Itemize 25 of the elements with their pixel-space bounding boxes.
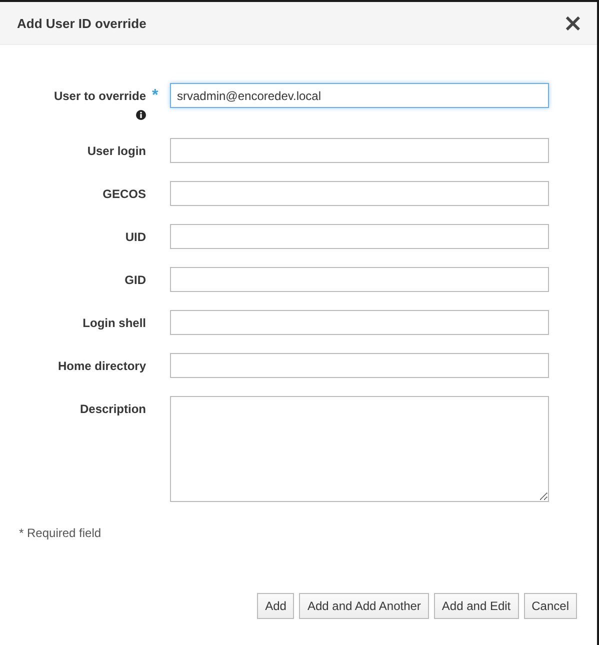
required-asterisk: * — [152, 86, 160, 104]
field-label: Login shell — [82, 316, 146, 330]
input-field[interactable] — [170, 181, 549, 206]
dialog-button[interactable]: Cancel — [524, 593, 577, 619]
input-field[interactable] — [170, 267, 549, 292]
close-button[interactable]: × — [562, 11, 583, 35]
field-label: Description — [80, 402, 146, 416]
input-field[interactable] — [170, 138, 549, 163]
input-field[interactable] — [170, 353, 549, 378]
required-note: * Required field — [19, 526, 102, 540]
text-area[interactable] — [170, 396, 549, 502]
field-label: User to override — [54, 88, 146, 102]
field-label: GID — [124, 272, 146, 286]
dialog-title: Add User ID override — [17, 16, 146, 30]
field-label: GECOS — [102, 186, 146, 200]
dialog-button[interactable]: Add and Add Another — [299, 593, 429, 619]
input-field[interactable] — [170, 224, 549, 249]
field-label: User login — [87, 144, 146, 158]
field-label: UID — [125, 230, 146, 244]
info-icon[interactable] — [136, 110, 146, 120]
field-label: Home directory — [58, 358, 146, 372]
input-field[interactable] — [170, 310, 549, 335]
dialog-button[interactable]: Add — [257, 593, 294, 619]
input-field[interactable]: srvadmin@encoredev.local — [170, 83, 549, 108]
dialog-button[interactable]: Add and Edit — [434, 593, 519, 619]
